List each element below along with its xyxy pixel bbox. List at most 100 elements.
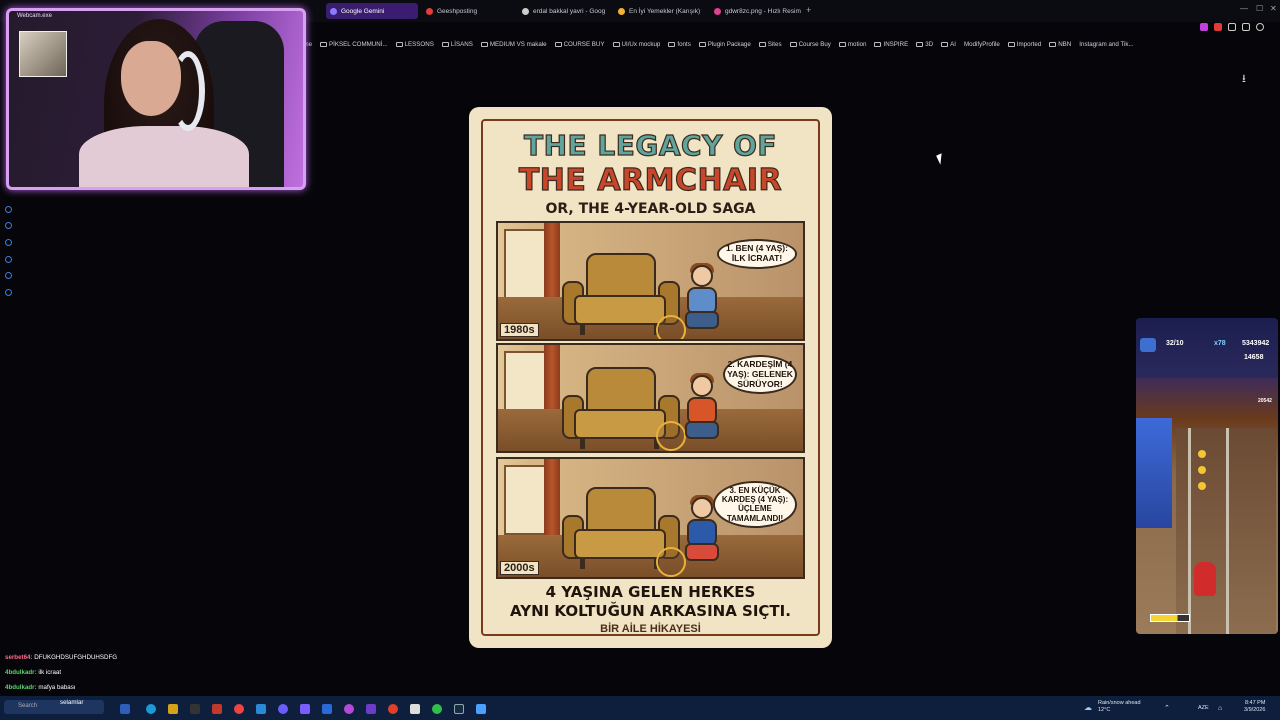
app-icon[interactable]: [366, 704, 376, 714]
folder-icon: [668, 41, 676, 47]
after-effects-icon[interactable]: [300, 704, 310, 714]
rail-history-icon[interactable]: [5, 239, 12, 246]
tab-label: gdwr8zc.png - Hızlı Resim: [725, 7, 801, 15]
bookmark-item[interactable]: AI: [941, 38, 956, 50]
language-indicator[interactable]: AZE: [1198, 705, 1209, 712]
minimize-icon[interactable]: —: [1240, 4, 1248, 13]
bookmark-item[interactable]: Sites: [758, 38, 782, 50]
app-icon[interactable]: [322, 704, 332, 714]
bookmark-item[interactable]: UI/Ux mockup: [612, 38, 660, 50]
site-icon: [618, 7, 625, 15]
bookmark-item[interactable]: LESSONS: [395, 38, 434, 50]
app-icon[interactable]: [410, 704, 420, 714]
pause-button[interactable]: [1140, 338, 1156, 352]
bookmark-item[interactable]: COURSE BUY: [554, 38, 605, 50]
coin: [1198, 466, 1206, 474]
profile-icon[interactable]: [1256, 23, 1264, 31]
tab-google-gemini[interactable]: Google Gemini: [326, 3, 418, 19]
folder-icon: [395, 41, 403, 47]
bookmark-item[interactable]: PİKSEL COMMUNİ...: [320, 38, 388, 50]
chat-user: serbet64:: [5, 654, 33, 661]
clock[interactable]: 8:47 PM 3/9/2026: [1244, 700, 1265, 714]
tab-google-search[interactable]: erdal bakkal yavri - Goog: [518, 3, 610, 19]
poster-panel-1: 1. BEN (4 YAŞ): İLK İCRAAT! 1980s: [496, 221, 805, 341]
site-icon: [426, 7, 433, 15]
bookmark-item[interactable]: fonts: [668, 38, 691, 50]
headset: [171, 51, 205, 131]
rail-heart-icon[interactable]: [5, 222, 12, 229]
folder-icon: [480, 41, 488, 47]
clock-time: 8:47 PM: [1244, 700, 1266, 706]
whatsapp-icon[interactable]: [432, 704, 442, 714]
app-icon[interactable]: [256, 704, 266, 714]
extension-icon[interactable]: [1214, 23, 1222, 31]
chat-text: ilk icraat: [38, 669, 62, 676]
file-explorer-icon[interactable]: [120, 704, 130, 714]
discord-icon[interactable]: [278, 704, 288, 714]
score-multiplier: x78: [1214, 340, 1226, 347]
window: [504, 465, 548, 535]
year-label: 1980s: [500, 323, 539, 337]
webcam-title: Webcam.exe: [17, 13, 52, 19]
bookmark-item[interactable]: LİSANS: [441, 38, 473, 50]
bookmark-item[interactable]: INSPIRE: [874, 38, 908, 50]
bookmark-item[interactable]: NBN: [1049, 38, 1071, 50]
bookmark-item[interactable]: motion: [838, 38, 866, 50]
tab-geeshposting[interactable]: Geeshposting: [422, 3, 512, 19]
folder-icon: [838, 41, 846, 47]
bookmark-item[interactable]: Instagram and Tik...: [1079, 38, 1133, 50]
app-icon[interactable]: [476, 704, 486, 714]
extension-icon[interactable]: [1200, 23, 1208, 31]
coin: [1198, 482, 1206, 490]
new-tab-plus-icon[interactable]: +: [806, 5, 811, 15]
tray-expand-icon[interactable]: ⌃: [1164, 704, 1170, 713]
folder-icon: [698, 41, 706, 47]
bookmark-item[interactable]: Plugin Package: [698, 38, 751, 50]
poster-title-line2: THE ARMCHAIR: [518, 162, 783, 198]
poop-circle: [656, 421, 686, 451]
coin-count: 14658: [1244, 354, 1264, 361]
folder-icon: [554, 41, 562, 47]
steam-icon[interactable]: [454, 704, 464, 714]
poster-panel-2: 2. KARDEŞİM (4 YAŞ): GELENEK SÜRÜYOR!: [496, 343, 805, 453]
bookmark-item[interactable]: Course Buy: [789, 38, 831, 50]
chat-icon[interactable]: [1228, 23, 1236, 31]
bookmark-item[interactable]: ModifyProfile: [964, 38, 1000, 50]
bookmark-item[interactable]: MEDIUM VS makale: [480, 38, 547, 50]
folder-icon: [1007, 41, 1015, 47]
maximize-icon[interactable]: ☐: [1256, 4, 1263, 13]
chat-text: selamlar: [60, 699, 84, 706]
opera-gx-icon[interactable]: [388, 704, 398, 714]
edge-icon[interactable]: [146, 704, 156, 714]
download-icon[interactable]: ⭳: [1242, 70, 1254, 85]
bookmark-item[interactable]: 3D: [916, 38, 933, 50]
app-icon[interactable]: [344, 704, 354, 714]
weather-widget[interactable]: Rain/snow ahead 12°C: [1098, 700, 1141, 714]
rail-home-icon[interactable]: [5, 206, 12, 213]
opera-icon[interactable]: [234, 704, 244, 714]
subway-surfers-overlay: 32/10 x78 5343942 14658 20542: [1136, 318, 1278, 634]
folder-icon[interactable]: [168, 704, 178, 714]
tab-label: Geeshposting: [437, 7, 478, 15]
tab-en-iyi-yemekler[interactable]: En İyi Yemekler (Karışık): [614, 3, 706, 19]
bookmark-item[interactable]: Imported: [1007, 38, 1041, 50]
app-icon[interactable]: [190, 704, 200, 714]
puzzle-icon[interactable]: [1242, 23, 1250, 31]
rail-settings-icon[interactable]: [5, 289, 12, 296]
kid: [683, 263, 721, 331]
folder-icon: [1049, 41, 1057, 47]
tab-image-viewer[interactable]: gdwr8zc.png - Hızlı Resim: [710, 3, 802, 19]
close-icon[interactable]: ✕: [1270, 4, 1277, 13]
rail-download-icon[interactable]: [5, 256, 12, 263]
adobe-icon[interactable]: [212, 704, 222, 714]
mission-progress: 32/10: [1166, 340, 1184, 347]
rail: [1226, 428, 1229, 634]
taskbar-search-box[interactable]: Search: [4, 700, 104, 714]
poster-title-line1: THE LEGACY OF: [523, 128, 778, 162]
chat-message: selamlar: [60, 699, 83, 706]
rail-chat-icon[interactable]: [5, 272, 12, 279]
folder-icon: [612, 41, 620, 47]
network-icon[interactable]: ⌂: [1218, 704, 1222, 713]
folder-icon: [916, 41, 924, 47]
weather-text: Rain/snow ahead: [1098, 700, 1141, 706]
